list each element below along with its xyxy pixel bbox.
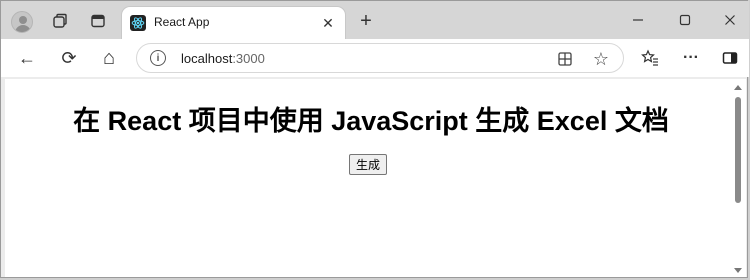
close-window-icon[interactable] <box>716 9 744 31</box>
star-icon[interactable]: ☆ <box>591 49 611 69</box>
address-bar[interactable]: i localhost:3000 ☆ <box>136 43 624 73</box>
tab-react-app[interactable]: React App ✕ <box>122 7 345 39</box>
back-arrow-icon[interactable]: ← <box>15 46 39 70</box>
tab-actions-icon[interactable] <box>87 10 109 32</box>
minimize-icon[interactable] <box>624 9 652 31</box>
more-icon[interactable]: ··· <box>679 46 703 70</box>
refresh-icon[interactable]: ⟳ <box>57 46 81 70</box>
tab-title: React App <box>154 15 210 29</box>
close-icon[interactable]: ✕ <box>319 14 337 32</box>
profile-icon[interactable] <box>11 11 33 33</box>
favorites-icon[interactable] <box>638 46 662 70</box>
scroll-down-arrow-icon[interactable] <box>734 268 742 273</box>
maximize-icon[interactable] <box>671 9 699 31</box>
tab-strip: React App ✕ + <box>1 1 749 39</box>
browser-toolbar: ← ⟳ ⌂ i localhost:3000 ☆ ··· <box>1 39 749 77</box>
scrollbar-thumb[interactable] <box>735 97 741 203</box>
generate-button[interactable]: 生成 <box>349 154 388 175</box>
vertical-scrollbar[interactable] <box>733 79 743 277</box>
url-host: localhost <box>181 51 233 66</box>
reader-mode-icon[interactable] <box>555 49 575 69</box>
sidebar-icon[interactable] <box>718 46 742 70</box>
page-title: 在 React 项目中使用 JavaScript 生成 Excel 文档 <box>73 106 669 136</box>
react-icon <box>130 15 146 31</box>
url-port: :3000 <box>232 51 265 66</box>
workspaces-icon[interactable] <box>49 10 71 32</box>
info-icon[interactable]: i <box>150 50 166 66</box>
plus-icon[interactable]: + <box>355 10 377 32</box>
url-text[interactable]: localhost:3000 <box>181 51 265 66</box>
page-viewport: 在 React 项目中使用 JavaScript 生成 Excel 文档 生成 <box>5 79 746 277</box>
browser-window: React App ✕ + ← ⟳ ⌂ i localhost:3000 ☆ ·… <box>0 0 749 278</box>
home-icon[interactable]: ⌂ <box>97 46 121 70</box>
scroll-up-arrow-icon[interactable] <box>734 85 742 90</box>
